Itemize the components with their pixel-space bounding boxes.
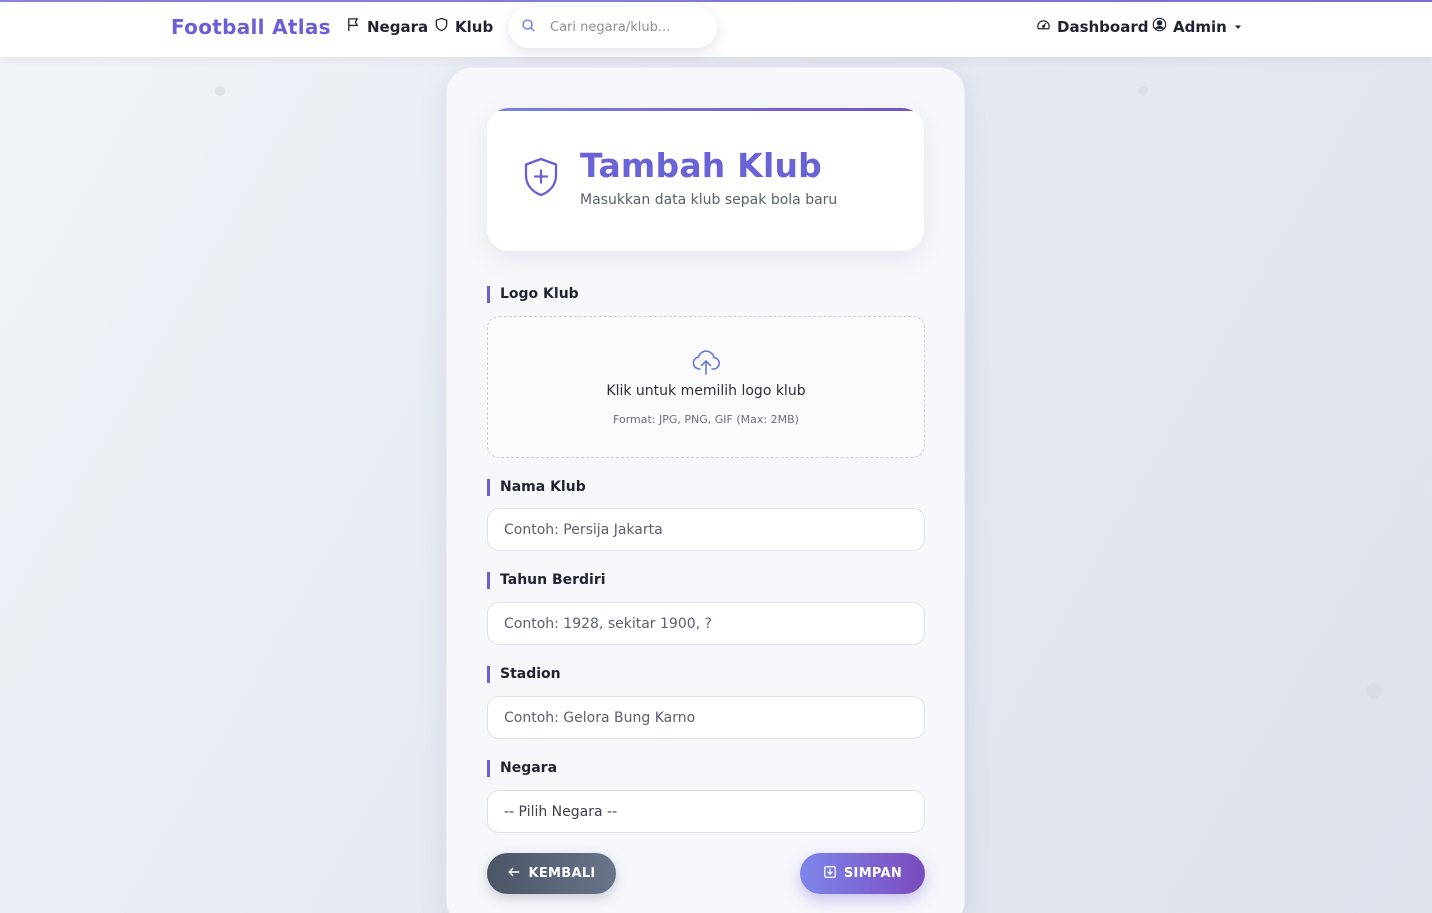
nav-link-dashboard[interactable]: Dashboard (1036, 17, 1148, 36)
speedometer-icon (1036, 17, 1051, 36)
nav-link-label: Dashboard (1057, 17, 1149, 36)
form-header: Tambah Klub Masukkan data klub sepak bol… (487, 108, 924, 251)
tahun-berdiri-input[interactable] (504, 615, 904, 632)
nav-link-negara[interactable]: Negara (346, 17, 428, 36)
stadion-field (487, 696, 925, 739)
back-button-label: KEMBALI (528, 866, 596, 881)
page-subtitle: Masukkan data klub sepak bola baru (580, 192, 838, 208)
search-icon (521, 18, 536, 37)
form-card: Tambah Klub Masukkan data klub sepak bol… (446, 67, 965, 913)
upload-hint: Format: JPG, PNG, GIF (Max: 2MB) (613, 413, 799, 426)
save-button[interactable]: SIMPAN (800, 853, 925, 894)
nav-link-label: Negara (367, 17, 429, 36)
logo-upload-dropzone[interactable]: Klik untuk memilih logo klub Format: JPG… (487, 316, 925, 458)
save-icon (823, 865, 837, 883)
user-circle-icon (1152, 17, 1167, 36)
admin-label: Admin (1173, 17, 1227, 36)
negara-select[interactable]: -- Pilih Negara -- (487, 790, 925, 833)
stadion-label: Stadion (487, 666, 561, 683)
search-box (509, 7, 717, 48)
arrow-left-icon (507, 865, 521, 883)
upload-text: Klik untuk memilih logo klub (606, 383, 806, 399)
flag-icon (346, 17, 361, 36)
negara-selected-value: -- Pilih Negara -- (504, 803, 618, 820)
logo-label: Logo Klub (487, 286, 579, 303)
background-dot (1138, 86, 1148, 96)
brand-logo[interactable]: Football Atlas (171, 15, 331, 39)
caret-down-icon (1233, 18, 1243, 36)
nama-klub-input[interactable] (504, 521, 904, 538)
search-input[interactable] (550, 20, 700, 35)
nama-klub-field (487, 508, 925, 551)
shield-icon (434, 17, 449, 36)
save-button-label: SIMPAN (843, 866, 903, 881)
shield-plus-icon (521, 156, 561, 200)
navbar: Football Atlas Negara Klub Dashboard Adm… (0, 2, 1432, 57)
background-dot (1366, 683, 1382, 699)
nav-link-klub[interactable]: Klub (434, 17, 493, 36)
header-accent-bar (487, 108, 924, 111)
back-button[interactable]: KEMBALI (487, 853, 616, 894)
stadion-input[interactable] (504, 709, 904, 726)
page-title: Tambah Klub (580, 146, 822, 185)
nama-klub-label: Nama Klub (487, 479, 586, 496)
admin-dropdown[interactable]: Admin (1152, 17, 1243, 36)
negara-label: Negara (487, 760, 557, 777)
background-dot (215, 86, 225, 96)
tahun-berdiri-label: Tahun Berdiri (487, 572, 606, 589)
nav-link-label: Klub (455, 17, 494, 36)
tahun-berdiri-field (487, 602, 925, 645)
